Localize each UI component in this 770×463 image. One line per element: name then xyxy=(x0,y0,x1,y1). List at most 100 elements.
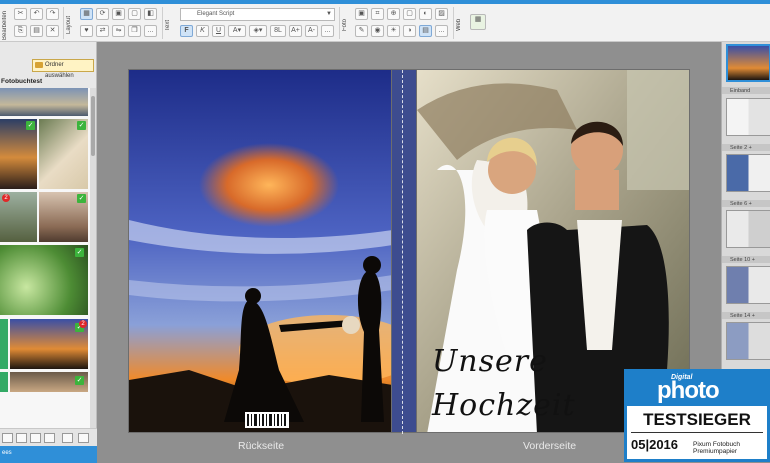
folder-title: Fotobuchtest xyxy=(1,78,43,85)
sort-icon[interactable] xyxy=(44,433,55,443)
selected-check-icon: ✓ xyxy=(75,376,84,385)
front-cover-label: Vorderseite xyxy=(523,440,577,452)
bold-button[interactable]: F xyxy=(180,25,193,37)
choose-folder-button[interactable]: Ordner auswählen xyxy=(32,59,94,79)
photo-thumbnail[interactable]: ✓ xyxy=(0,119,37,189)
redo-icon[interactable]: ↷ xyxy=(46,8,59,20)
page-label: Seite 6 + xyxy=(730,201,752,207)
photo-thumbnail[interactable] xyxy=(0,372,8,392)
cut-icon[interactable]: ✂ xyxy=(14,8,27,20)
book-spine[interactable] xyxy=(392,69,416,434)
group-label-edit: Bearbeiten xyxy=(2,10,8,40)
photo-use-count-badge: 2 xyxy=(2,194,10,202)
photo-thumbnail[interactable] xyxy=(0,319,8,369)
increase-font-button[interactable]: A+ xyxy=(289,25,302,37)
contrast-icon[interactable]: ◑ xyxy=(403,25,416,37)
group-label-photo: Foto xyxy=(342,19,348,32)
photo-thumbnail[interactable]: ✓ xyxy=(0,245,88,315)
badge-description: Pixum Fotobuch Premiumpapier xyxy=(693,441,740,455)
crop-icon[interactable]: ⌗ xyxy=(371,8,384,20)
font-color-button[interactable]: A▾ xyxy=(228,25,246,37)
photo-thumbnail[interactable]: 2 xyxy=(0,192,37,242)
badge-brand: photo xyxy=(657,377,720,404)
font-name: Elegant Script xyxy=(197,11,235,17)
page-thumbnail[interactable] xyxy=(726,322,770,360)
cover-title-line-1: Unsere xyxy=(432,344,548,379)
font-size-button[interactable]: 8L xyxy=(270,25,286,37)
folder-icon xyxy=(35,62,43,68)
rotate-icon[interactable]: ⟳ xyxy=(96,8,109,20)
settings-icon[interactable] xyxy=(78,433,89,443)
photo-edit-icon[interactable]: ✎ xyxy=(355,25,368,37)
filter-photos-icon[interactable] xyxy=(62,433,73,443)
web-photo-icon[interactable]: ▦ xyxy=(470,14,486,30)
photo-thumbnail[interactable] xyxy=(0,88,88,116)
paste-icon[interactable]: ▤ xyxy=(30,25,43,37)
photo-use-count-badge: 2 xyxy=(79,320,87,328)
ribbon-toolbar: Bearbeiten ✂ ↶ ↷ ⎘ ▤ ✕ Layout ▦ ⟳ ▣ ▢ ◧ … xyxy=(0,4,770,42)
align-icon[interactable]: ◧ xyxy=(144,8,157,20)
fill-color-button[interactable]: ◈▾ xyxy=(249,25,267,37)
copy-icon[interactable]: ⎘ xyxy=(14,25,27,37)
delete-icon[interactable]: ✕ xyxy=(46,25,59,37)
sidebar-section-bar[interactable]: ees xyxy=(0,446,97,463)
more-layout-button[interactable]: ... xyxy=(144,25,157,37)
photo-thumbnail[interactable]: ✓ xyxy=(39,192,88,242)
image-icon[interactable]: ▤ xyxy=(419,25,432,37)
frame-icon[interactable]: ▢ xyxy=(403,8,416,20)
cover-title-line-2: Hochzeit xyxy=(432,388,576,423)
zoom-icon[interactable]: ⊕ xyxy=(387,8,400,20)
sidebar-section-label: ees xyxy=(2,450,12,456)
page-label: Einband xyxy=(730,88,751,94)
view-list-icon[interactable] xyxy=(2,433,13,443)
sunset-silhouette-image xyxy=(129,70,391,432)
group-label-web: Web xyxy=(456,18,462,32)
badge-date: 05|2016 xyxy=(631,437,679,452)
cover-title-text[interactable]: Unsere Hochzeit xyxy=(432,340,576,428)
layers-icon[interactable]: ❐ xyxy=(128,25,141,37)
more-text-button[interactable]: ... xyxy=(321,25,334,37)
selected-check-icon: ✓ xyxy=(77,194,86,203)
award-badge: Digital photo TESTSIEGER 05|2016 Pixum F… xyxy=(624,369,770,462)
font-select[interactable]: Elegant Script ▼ xyxy=(180,8,335,21)
view-grid-icon[interactable] xyxy=(16,433,27,443)
underline-button[interactable]: U xyxy=(212,25,225,37)
page-thumbnail[interactable] xyxy=(726,266,770,304)
view-large-icon[interactable] xyxy=(30,433,41,443)
group-label-text: Text xyxy=(165,19,171,31)
page-label: Seite 10 + xyxy=(730,257,755,263)
page-thumbnail[interactable] xyxy=(726,98,770,136)
photo-sidebar: Ordner auswählen Fotobuchtest ✓ ✓ 2 ✓ ✓ … xyxy=(0,42,97,463)
page-thumbnail[interactable] xyxy=(726,154,770,192)
swap-icon[interactable]: ⇄ xyxy=(96,25,109,37)
photo-thumbnail-grid: ✓ ✓ 2 ✓ ✓ ✓ 2 ✓ xyxy=(0,88,90,428)
photo-thumbnail[interactable]: ✓ xyxy=(10,372,88,392)
more-photo-button[interactable]: ... xyxy=(435,25,448,37)
bring-forward-icon[interactable]: ▣ xyxy=(112,8,125,20)
filter-icon[interactable]: ◐ xyxy=(419,8,432,20)
page-thumbnail[interactable] xyxy=(726,210,770,248)
redeye-icon[interactable]: ◉ xyxy=(371,25,384,37)
mirror-icon[interactable]: ⇋ xyxy=(112,25,125,37)
sidebar-tools xyxy=(0,428,97,446)
heart-icon[interactable]: ♥ xyxy=(80,25,93,37)
photo-thumbnail[interactable]: ✓ xyxy=(39,119,88,189)
selected-check-icon: ✓ xyxy=(75,248,84,257)
page-label: Seite 14 + xyxy=(730,313,755,319)
group-label-layout: Layout xyxy=(66,16,72,35)
photo-thumbnail[interactable]: ✓ 2 xyxy=(10,319,88,369)
selected-check-icon: ✓ xyxy=(77,121,86,130)
italic-button[interactable]: K xyxy=(196,25,209,37)
photo-add-icon[interactable]: ▣ xyxy=(355,8,368,20)
back-cover-label: Rückseite xyxy=(238,440,285,452)
thumbnail-scrollbar[interactable] xyxy=(90,88,96,428)
page-label: Seite 2 + xyxy=(730,145,752,151)
decrease-font-button[interactable]: A- xyxy=(305,25,318,37)
page-thumbnail-cover[interactable] xyxy=(726,44,770,82)
undo-icon[interactable]: ↶ xyxy=(30,8,43,20)
brightness-icon[interactable]: ☀ xyxy=(387,25,400,37)
send-backward-icon[interactable]: ▢ xyxy=(128,8,141,20)
back-cover-photo[interactable] xyxy=(128,69,392,433)
effect-icon[interactable]: ▨ xyxy=(435,8,448,20)
grid-icon[interactable]: ▦ xyxy=(80,8,93,20)
